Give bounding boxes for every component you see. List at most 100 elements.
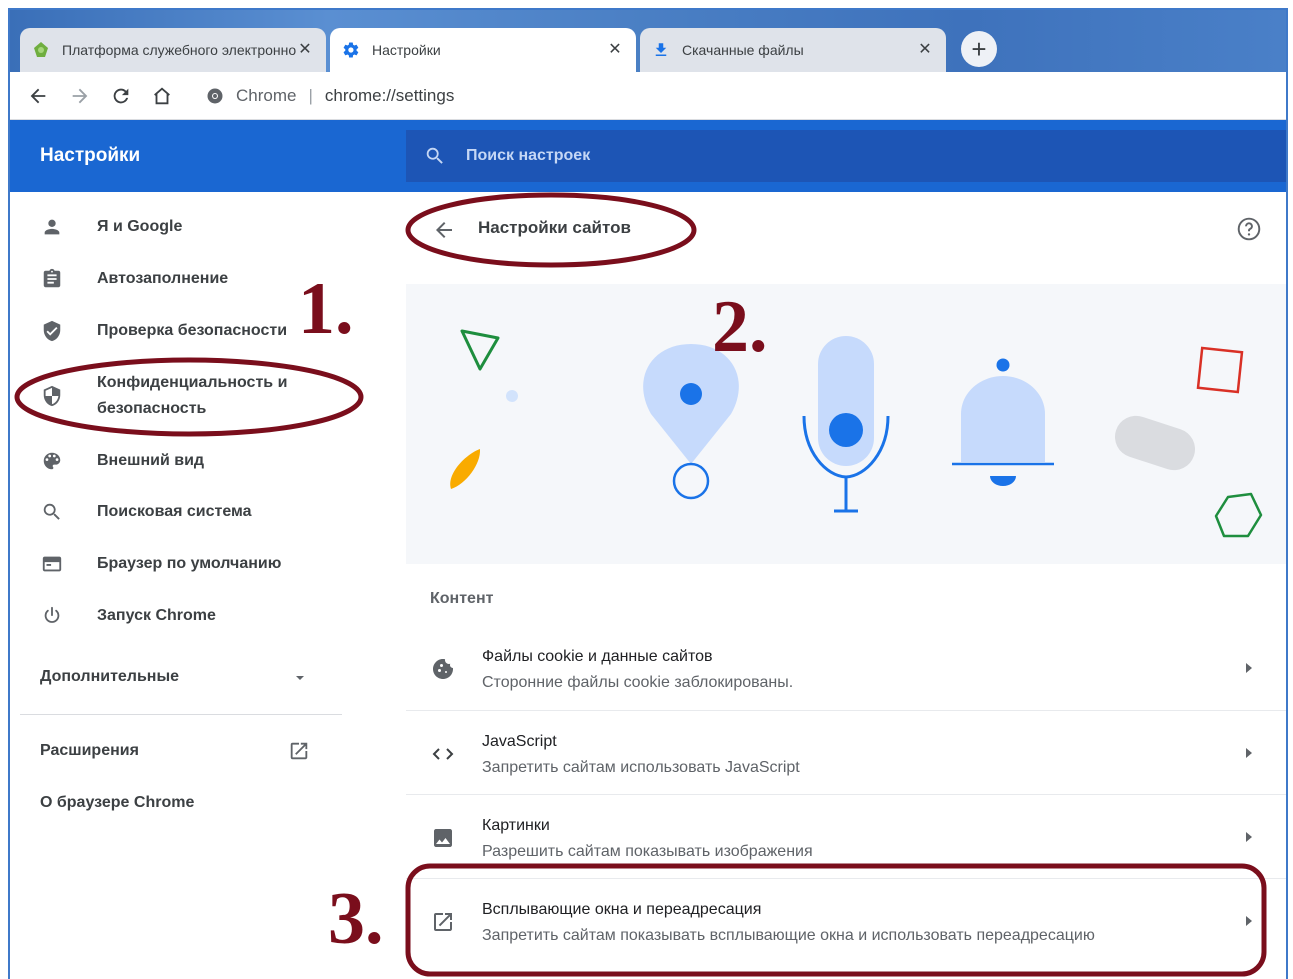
chevron-down-icon[interactable] bbox=[294, 672, 306, 684]
row-title: JavaScript bbox=[482, 733, 557, 750]
cookie-icon bbox=[430, 656, 456, 682]
sidebar-item-label-line2: безопасность bbox=[97, 400, 207, 417]
content-section: Контент Файлы cookie и данные сайтов Сто… bbox=[406, 564, 1286, 979]
site-settings-header: Настройки сайтов bbox=[406, 192, 1286, 284]
close-icon[interactable]: ✕ bbox=[916, 41, 934, 59]
page-title: Настройки bbox=[40, 145, 141, 166]
chrome-logo-icon bbox=[207, 88, 223, 104]
sidebar-item-search-engine[interactable]: Поисковая система bbox=[40, 499, 360, 525]
shield-check-icon bbox=[40, 319, 64, 343]
sidebar-item-label: Проверка безопасности bbox=[97, 322, 288, 339]
arrow-left-icon[interactable] bbox=[432, 218, 456, 242]
sidebar-item-appearance[interactable]: Внешний вид bbox=[40, 448, 360, 474]
sidebar-item-on-startup[interactable]: Запуск Chrome bbox=[40, 603, 360, 629]
omnibox-url: chrome://settings bbox=[324, 86, 455, 105]
tab-downloads[interactable]: Скачанные файлы ✕ bbox=[640, 28, 946, 72]
chevron-right-icon bbox=[1246, 663, 1252, 673]
annotation-step-3: 3. bbox=[328, 878, 384, 960]
close-icon[interactable]: ✕ bbox=[296, 41, 314, 59]
site-settings-title: Настройки сайтов bbox=[478, 218, 631, 237]
tab-strip: Платформа служебного электронного ✕ Наст… bbox=[10, 10, 1286, 72]
row-cookies[interactable]: Файлы cookie и данные сайтов Сторонние ф… bbox=[406, 626, 1286, 710]
leaf-favicon-icon bbox=[32, 41, 50, 59]
screenshot-frame: Платформа служебного электронного ✕ Наст… bbox=[0, 0, 1293, 979]
open-in-new-icon bbox=[430, 909, 456, 935]
site-settings-illustration bbox=[406, 284, 1286, 564]
row-title: Всплывающие окна и переадресация bbox=[482, 901, 762, 918]
sidebar-extensions[interactable]: Расширения bbox=[40, 742, 139, 760]
help-icon[interactable] bbox=[1236, 216, 1262, 242]
dot-shape bbox=[506, 390, 518, 402]
arrow-left-icon bbox=[30, 88, 46, 104]
row-subtitle: Сторонние файлы cookie заблокированы. bbox=[482, 674, 794, 691]
sidebar-item-label: Поисковая система bbox=[97, 503, 252, 520]
search-icon bbox=[40, 500, 64, 524]
sidebar-item-label: Автозаполнение bbox=[97, 270, 229, 287]
chevron-right-icon bbox=[1246, 916, 1252, 926]
sidebar-item-default-browser[interactable]: Браузер по умолчанию bbox=[40, 551, 360, 577]
open-in-new-icon[interactable] bbox=[288, 740, 310, 762]
illustration-graphic bbox=[450, 329, 1263, 538]
gear-icon bbox=[342, 41, 360, 59]
sidebar-about-label: О браузере Chrome bbox=[40, 794, 195, 811]
sidebar-item-label-line1: Конфиденциальность и bbox=[97, 374, 288, 391]
sidebar-item-label: Браузер по умолчанию bbox=[97, 555, 282, 572]
section-title: Контент bbox=[430, 590, 494, 607]
back-button[interactable] bbox=[24, 82, 52, 110]
row-subtitle: Запретить сайтам показывать всплывающие … bbox=[482, 927, 1095, 944]
sidebar-item-label: Конфиденциальность и безопасность bbox=[97, 370, 287, 422]
reload-icon bbox=[113, 88, 129, 104]
home-button[interactable] bbox=[148, 82, 176, 110]
omnibox-separator: | bbox=[308, 86, 313, 105]
chevron-right-icon bbox=[1246, 748, 1252, 758]
new-tab-button[interactable]: + bbox=[961, 31, 997, 67]
row-title: Картинки bbox=[482, 817, 550, 834]
row-title: Файлы cookie и данные сайтов bbox=[482, 648, 713, 665]
image-icon bbox=[430, 825, 456, 851]
sidebar-item-label: Запуск Chrome bbox=[97, 607, 216, 624]
address-bar[interactable]: Chrome | chrome://settings bbox=[198, 78, 1278, 114]
settings-main: Настройки сайтов Контент Файлы cookie и … bbox=[406, 192, 1286, 979]
annotation-step-2: 2. bbox=[712, 286, 768, 368]
row-javascript[interactable]: JavaScript Запретить сайтам использовать… bbox=[406, 710, 1286, 794]
power-icon bbox=[40, 604, 64, 628]
sidebar-item-label: Я и Google bbox=[97, 218, 183, 235]
chevron-right-icon bbox=[1246, 832, 1252, 842]
tab-title: Платформа служебного электронного bbox=[62, 42, 296, 58]
hexagon-shape bbox=[1214, 492, 1263, 538]
sidebar-advanced-label: Дополнительные bbox=[40, 668, 180, 685]
sidebar-about-chrome[interactable]: О браузере Chrome bbox=[40, 794, 194, 812]
sidebar-extensions-label: Расширения bbox=[40, 742, 139, 759]
sidebar-divider bbox=[20, 714, 342, 715]
triangle-shape bbox=[460, 329, 500, 371]
search-input[interactable]: Поиск настроек bbox=[406, 130, 1286, 182]
person-icon bbox=[40, 215, 64, 239]
close-icon[interactable]: ✕ bbox=[606, 41, 624, 59]
settings-header: Настройки bbox=[10, 120, 406, 192]
bell-icon bbox=[961, 376, 1045, 462]
tab-platform[interactable]: Платформа служебного электронного ✕ bbox=[20, 28, 326, 72]
shield-icon bbox=[40, 384, 64, 408]
row-images[interactable]: Картинки Разрешить сайтам показывать изо… bbox=[406, 794, 1286, 878]
search-icon bbox=[426, 147, 443, 164]
browser-toolbar: Chrome | chrome://settings bbox=[10, 72, 1286, 120]
pill-shape bbox=[1114, 415, 1196, 471]
sidebar-item-you-and-google[interactable]: Я и Google bbox=[40, 214, 360, 240]
arrow-right-icon bbox=[72, 88, 88, 104]
palette-icon bbox=[40, 449, 64, 473]
download-icon bbox=[652, 41, 670, 59]
code-icon bbox=[430, 741, 456, 767]
moon-shape bbox=[450, 449, 481, 489]
sidebar-item-label: Внешний вид bbox=[97, 452, 205, 469]
reload-button[interactable] bbox=[107, 82, 135, 110]
row-subtitle: Разрешить сайтам показывать изображения bbox=[482, 843, 813, 860]
tab-settings[interactable]: Настройки ✕ bbox=[330, 28, 636, 72]
sidebar-advanced[interactable]: Дополнительные bbox=[40, 668, 179, 686]
row-subtitle: Запретить сайтам использовать JavaScript bbox=[482, 759, 800, 776]
row-popups[interactable]: Всплывающие окна и переадресация Запрети… bbox=[406, 878, 1286, 962]
forward-button[interactable] bbox=[66, 82, 94, 110]
square-shape bbox=[1196, 346, 1244, 394]
sidebar-item-privacy[interactable]: Конфиденциальность и безопасность bbox=[40, 370, 360, 422]
clipboard-icon bbox=[40, 267, 64, 291]
browser-window-icon bbox=[40, 552, 64, 576]
